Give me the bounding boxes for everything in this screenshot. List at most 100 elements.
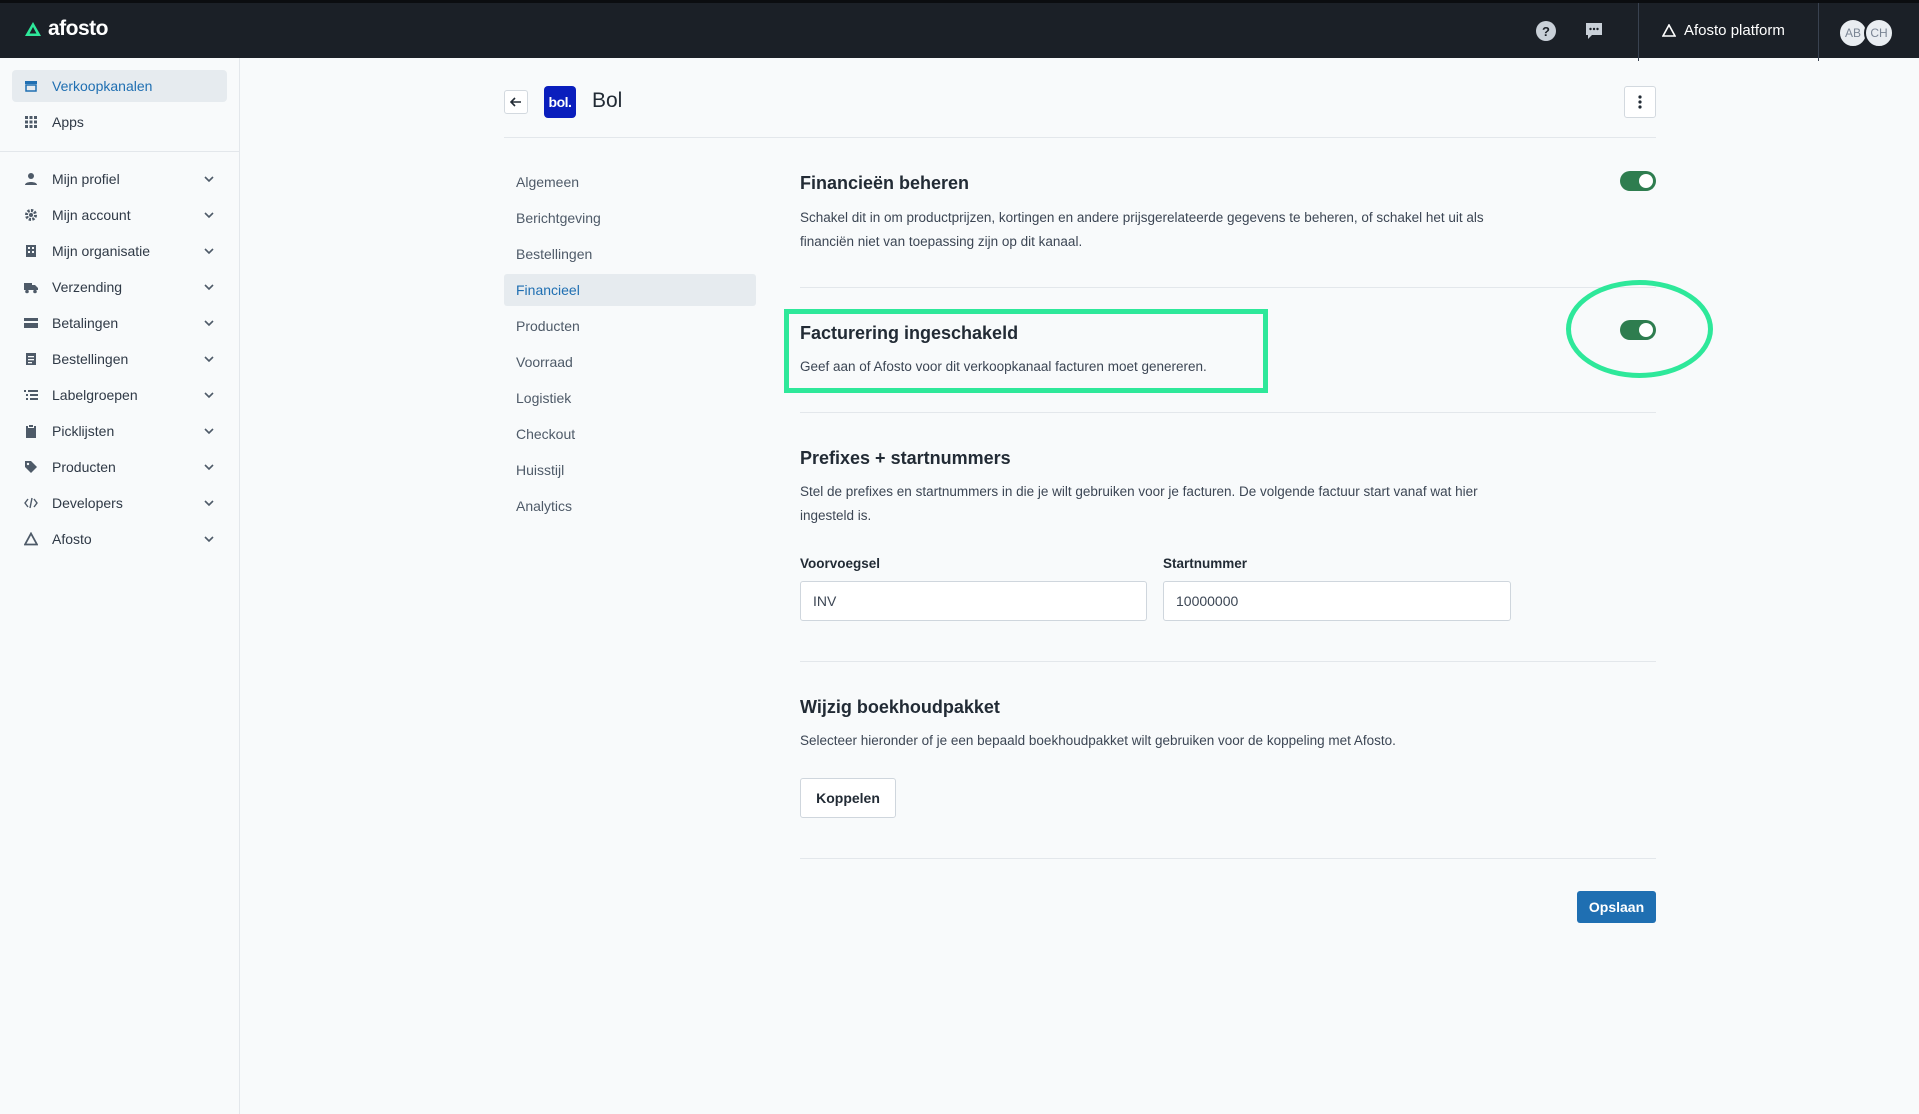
tab-voorraad[interactable]: Voorraad [504,346,756,378]
sidebar-item-verzending[interactable]: Verzending [12,271,227,303]
top-bar: afosto ? Afosto platform AB CH [0,0,1919,61]
topbar-divider [1638,3,1639,61]
sidebar-item-label: Betalingen [52,315,119,331]
help-icon[interactable]: ? [1535,20,1557,42]
sidebar-item-apps[interactable]: Apps [12,106,227,138]
vertical-dots-icon [1638,95,1642,109]
sidebar-item-mijn-organisatie[interactable]: Mijn organisatie [12,235,227,267]
sidebar-item-picklijsten[interactable]: Picklijsten [12,415,227,447]
channel-logo: bol. [544,86,576,118]
storefront-icon [25,81,37,92]
sidebar-item-label: Producten [52,459,116,475]
finances-title: Financieën beheren [800,173,970,193]
sidebar-item-mijn-account[interactable]: Mijn account [12,199,227,231]
tab-checkout[interactable]: Checkout [504,418,756,450]
toggle-knob [1639,174,1653,188]
header-divider [504,137,1656,138]
tab-bestellingen[interactable]: Bestellingen [504,238,756,270]
document-icon [26,353,36,365]
platform-switcher[interactable]: Afosto platform [1662,22,1785,39]
accounting-description: Selecteer hieronder of je een bepaald bo… [800,733,1396,748]
sidebar-item-label: Bestellingen [52,351,129,367]
section-divider [800,287,1656,288]
highlight-annotation-ellipse [1566,280,1713,378]
sidebar-item-label: Apps [52,114,84,130]
start-number-input[interactable] [1163,581,1511,621]
tab-producten[interactable]: Producten [504,310,756,342]
sidebar-item-label: Picklijsten [52,423,115,439]
platform-label: Afosto platform [1684,22,1785,39]
sidebar-item-label: Afosto [52,531,92,547]
tab-huisstijl[interactable]: Huisstijl [504,454,756,486]
user-icon [25,173,37,185]
sidebar-item-afosto[interactable]: Afosto [12,523,227,555]
sidebar-item-label: Mijn organisatie [52,243,151,259]
finances-description: Schakel dit in om productprijzen, kortin… [800,210,1484,249]
tag-icon [25,461,37,473]
sidebar-item-producten[interactable]: Producten [12,451,227,483]
sidebar-item-bestellingen[interactable]: Bestellingen [12,343,227,375]
afosto-logo-icon [24,532,38,546]
sidebar-item-label: Verzending [52,279,123,295]
credit-card-icon [24,318,38,328]
chevron-down-icon [204,500,214,507]
section-divider [800,661,1656,662]
sidebar-item-label: Developers [52,495,123,511]
clipboard-icon [26,424,36,438]
afosto-triangle-icon [1662,24,1676,37]
more-options-button[interactable] [1624,86,1656,118]
chevron-down-icon [204,392,214,399]
accounting-title: Wijzig boekhoudpakket [800,697,1000,717]
sidebar-item-label: Mijn profiel [52,171,120,187]
sidebar-item-label: Mijn account [52,207,131,223]
chevron-down-icon [204,356,214,363]
start-number-label: Startnummer [1163,556,1248,571]
chevron-down-icon [204,212,214,219]
tab-logistiek[interactable]: Logistiek [504,382,756,414]
sidebar-item-mijn-profiel[interactable]: Mijn profiel [12,163,227,195]
sidebar-item-betalingen[interactable]: Betalingen [12,307,227,339]
building-icon [26,245,36,257]
chevron-down-icon [204,248,214,255]
sidebar-item-verkoopkanalen[interactable]: Verkoopkanalen [12,70,227,102]
sidebar-divider [0,151,239,152]
sidebar-item-label: Verkoopkanalen [52,78,153,94]
tab-berichtgeving[interactable]: Berichtgeving [504,202,756,234]
prefix-input[interactable] [800,581,1147,621]
section-divider [800,858,1656,859]
section-divider [800,412,1656,413]
afosto-logo-icon [25,22,41,36]
logo-text: afosto [48,17,109,40]
prefixes-title: Prefixes + startnummers [800,448,1011,468]
chevron-down-icon [204,428,214,435]
tab-financieel[interactable]: Financieel [504,274,756,306]
finances-toggle[interactable] [1620,171,1656,191]
prefixes-description: Stel de prefixes en startnummers in die … [800,484,1478,523]
page-title: Bol [592,89,623,112]
afosto-logo[interactable]: afosto [24,17,109,41]
tab-algemeen[interactable]: Algemeen [504,166,756,198]
chevron-down-icon [204,176,214,183]
sidebar-item-developers[interactable]: Developers [12,487,227,519]
truck-icon [24,283,38,294]
chevron-down-icon [204,284,214,291]
code-icon [24,497,38,509]
topbar-divider [1818,3,1819,61]
avatar[interactable]: CH [1864,18,1894,48]
list-icon [24,390,38,400]
chat-icon[interactable] [1583,20,1605,42]
save-button[interactable]: Opslaan [1577,891,1656,923]
chevron-down-icon [204,536,214,543]
tab-analytics[interactable]: Analytics [504,490,756,522]
highlight-annotation-box [784,309,1268,393]
svg-text:?: ? [1542,24,1550,39]
back-button[interactable] [504,90,528,114]
connect-button[interactable]: Koppelen [800,778,896,818]
chevron-down-icon [204,320,214,327]
sidebar-item-labelgroepen[interactable]: Labelgroepen [12,379,227,411]
sidebar: Verkoopkanalen Apps Mijn profiel Mijn ac… [0,58,240,1114]
gear-icon [25,209,37,221]
arrow-left-icon [510,97,521,107]
chevron-down-icon [204,464,214,471]
prefix-label: Voorvoegsel [800,556,881,571]
